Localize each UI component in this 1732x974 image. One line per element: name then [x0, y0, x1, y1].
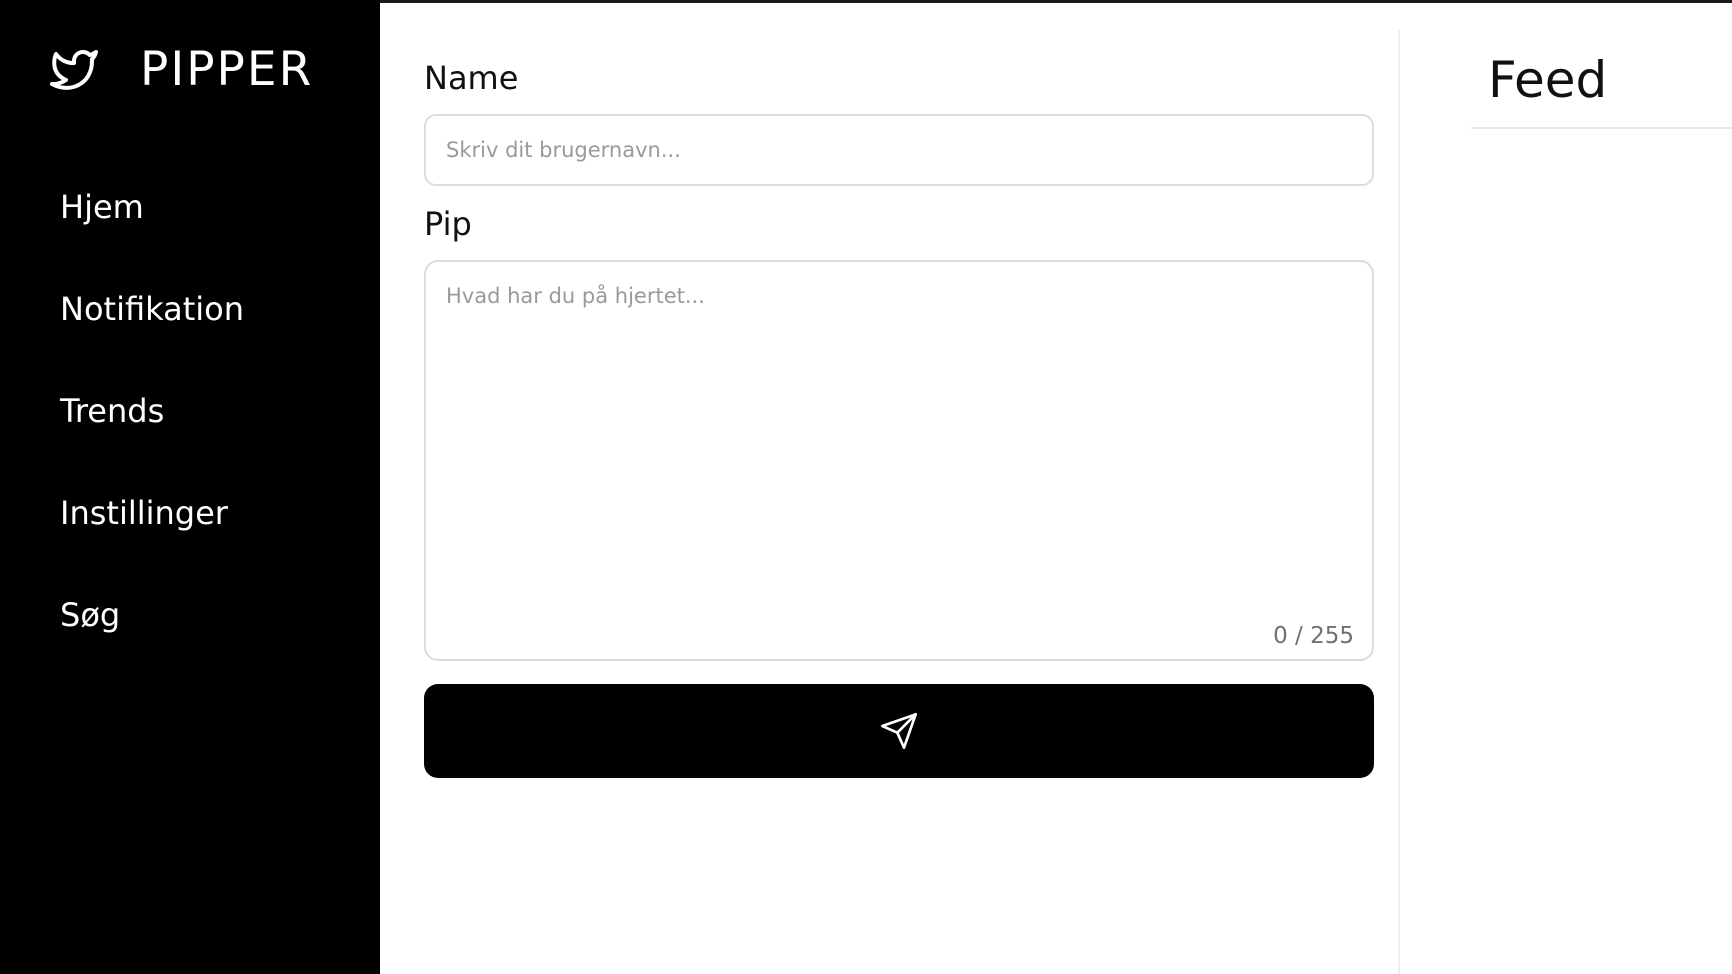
pip-box: 0 / 255: [424, 260, 1374, 661]
feed-panel: Feed: [1400, 3, 1732, 974]
brand-name: PIPPER: [140, 42, 314, 97]
bird-icon: [50, 46, 98, 94]
pip-label: Pip: [424, 205, 472, 243]
send-button[interactable]: [424, 684, 1374, 778]
sidebar: PIPPER Hjem Notifikation Trends Instilli…: [0, 0, 380, 974]
sidebar-item-hjem[interactable]: Hjem: [60, 180, 244, 282]
character-counter: 0 / 255: [1273, 623, 1354, 649]
compose-panel: Name Pip 0 / 255: [380, 3, 1398, 974]
send-icon: [879, 711, 919, 751]
brand[interactable]: PIPPER: [50, 42, 313, 97]
feed-divider: [1471, 127, 1732, 129]
name-input[interactable]: [424, 114, 1374, 186]
sidebar-item-soeg[interactable]: Søg: [60, 588, 244, 690]
name-label: Name: [424, 59, 519, 97]
sidebar-item-instillinger[interactable]: Instillinger: [60, 486, 244, 588]
sidebar-nav: Hjem Notifikation Trends Instillinger Sø…: [60, 180, 244, 690]
pip-textarea[interactable]: [446, 284, 1351, 584]
sidebar-item-notifikation[interactable]: Notifikation: [60, 282, 244, 384]
sidebar-item-trends[interactable]: Trends: [60, 384, 244, 486]
feed-title: Feed: [1488, 51, 1608, 109]
